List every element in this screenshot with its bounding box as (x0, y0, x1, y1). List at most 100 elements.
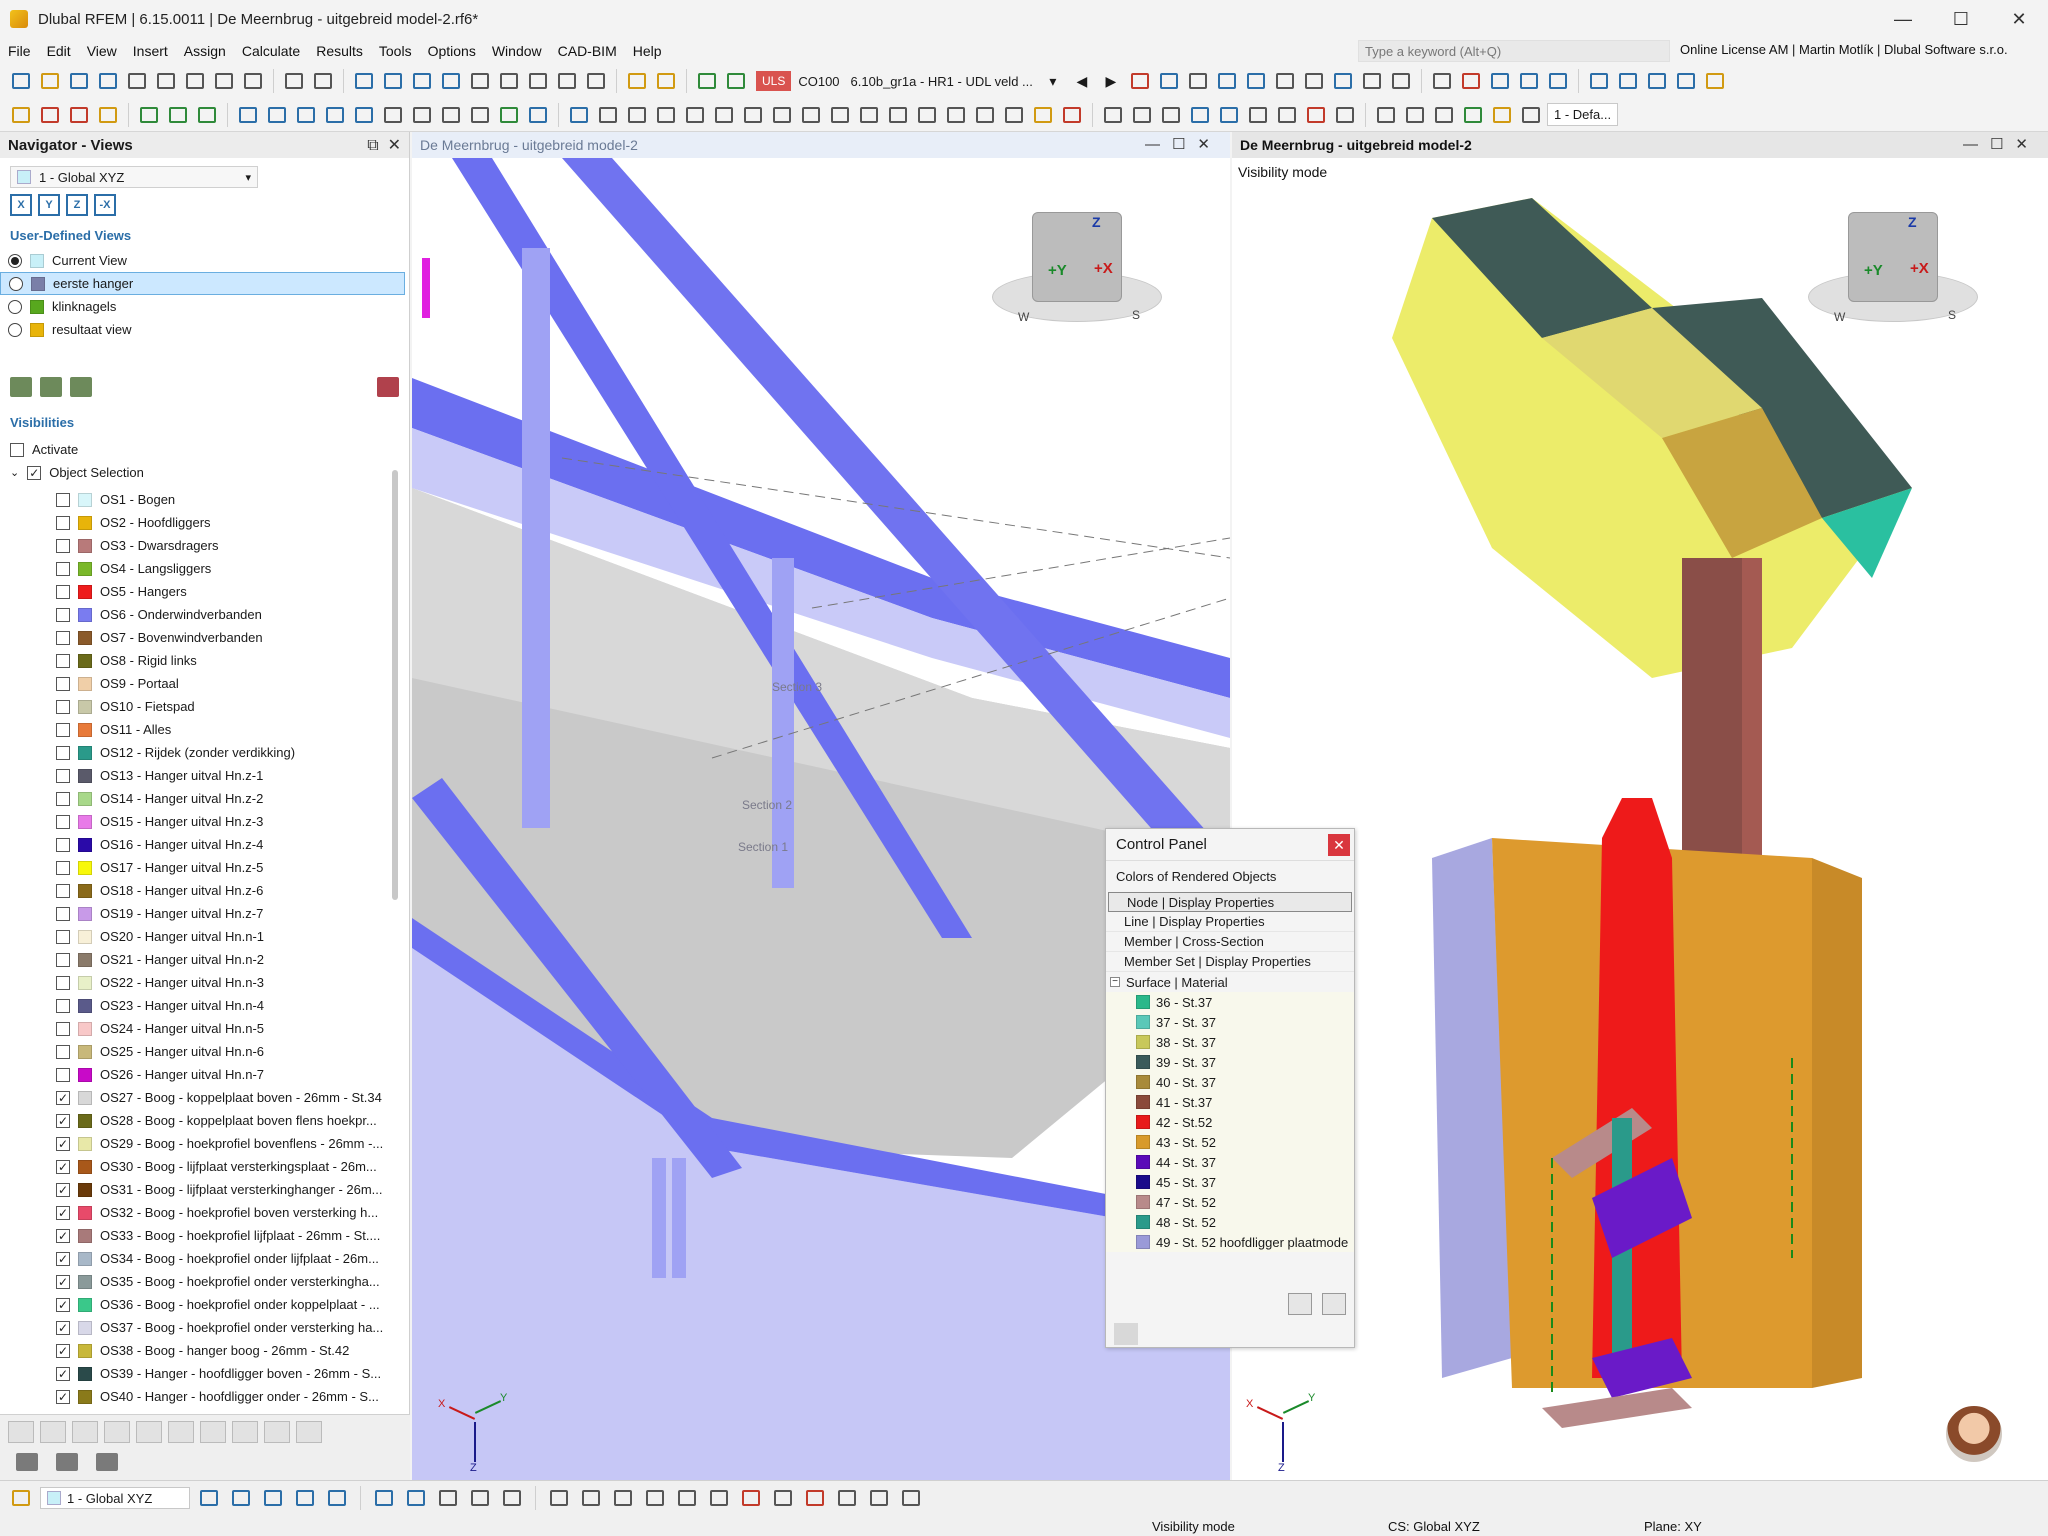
curve-icon[interactable] (711, 102, 737, 128)
cloud-icon[interactable] (66, 68, 92, 94)
object-set-row[interactable]: ✓ OS32 - Boog - hoekprofiel boven verster… (0, 1201, 396, 1224)
object-set-row[interactable]: ✓ OS36 - Boog - hoekprofiel onder koppelp… (0, 1293, 396, 1316)
object-set-row[interactable]: OS14 - Hanger uitval Hn.z-2 (0, 787, 396, 810)
view-settings-select[interactable]: 1 - Defa... (1547, 103, 1619, 126)
results-table-icon[interactable] (723, 68, 749, 94)
rotate-icon[interactable] (438, 102, 464, 128)
coordinate-icon[interactable] (435, 1485, 461, 1511)
download-icon[interactable] (95, 68, 121, 94)
load-icon[interactable] (496, 102, 522, 128)
object-set-checkbox[interactable]: ✓ (56, 1090, 70, 1105)
object-set-checkbox[interactable] (56, 584, 70, 599)
offset-icon[interactable] (834, 1485, 860, 1511)
delete-icon[interactable] (738, 1485, 764, 1511)
sketch-icon[interactable] (1100, 102, 1126, 128)
object-set-row[interactable]: OS1 - Bogen (0, 488, 396, 511)
collapse-icon[interactable]: ⌄ (10, 466, 19, 479)
layer-edit-icon[interactable] (1431, 102, 1457, 128)
material-row[interactable]: 42 - St.52 (1106, 1112, 1354, 1132)
close-window-button[interactable]: ✕ (1990, 0, 2048, 38)
trim-icon[interactable] (770, 1485, 796, 1511)
cube-view-icon[interactable] (1487, 68, 1513, 94)
data-tab-icon[interactable] (16, 1453, 38, 1471)
padlock-icon[interactable] (1518, 102, 1544, 128)
material-color-swatch[interactable] (1136, 1135, 1150, 1149)
dimension-icon[interactable] (1301, 68, 1327, 94)
view-front-icon[interactable] (196, 1485, 222, 1511)
join-icon[interactable] (972, 102, 998, 128)
object-set-checkbox[interactable] (56, 653, 70, 668)
document-icon[interactable] (554, 68, 580, 94)
object-set-row[interactable]: OS17 - Hanger uitval Hn.z-5 (0, 856, 396, 879)
object-set-checkbox[interactable] (56, 1021, 70, 1036)
keyword-search-input[interactable]: Type a keyword (Alt+Q) (1358, 40, 1670, 62)
menu-calculate[interactable]: Calculate (234, 43, 308, 59)
printout-icon[interactable] (240, 68, 266, 94)
cp-line-display[interactable]: Line | Display Properties (1106, 912, 1354, 932)
object-set-row[interactable]: ✓ OS37 - Boog - hoekprofiel onder verster… (0, 1316, 396, 1339)
material-row[interactable]: 48 - St. 52 (1106, 1212, 1354, 1232)
filter-icon[interactable] (1185, 68, 1211, 94)
user-view-klinknagels[interactable]: klinknagels (0, 295, 409, 318)
object-set-checkbox[interactable] (56, 1044, 70, 1059)
cp-surface-material[interactable]: − Surface | Material (1106, 972, 1354, 992)
view-radio[interactable] (8, 322, 22, 337)
material-color-swatch[interactable] (1136, 1195, 1150, 1209)
view-icon[interactable] (1214, 68, 1240, 94)
member-icon[interactable] (66, 102, 92, 128)
report-icon[interactable] (211, 68, 237, 94)
deformation-icon[interactable] (1127, 68, 1153, 94)
material-color-swatch[interactable] (1136, 1035, 1150, 1049)
pencil-icon[interactable] (1702, 68, 1728, 94)
arc-icon[interactable] (674, 1485, 700, 1511)
control-panel-header[interactable]: Control Panel (1106, 829, 1354, 861)
view-back-icon[interactable] (228, 1485, 254, 1511)
array-icon[interactable] (866, 1485, 892, 1511)
view-cube[interactable]: Z +Y +X W S (992, 192, 1162, 352)
viewport-right-controls[interactable]: —☐✕ (1963, 135, 2040, 153)
material-color-swatch[interactable] (1136, 1075, 1150, 1089)
marker-icon[interactable] (1059, 102, 1085, 128)
load-combination-id[interactable]: CO100 (794, 74, 843, 89)
object-set-checkbox[interactable]: ✓ (56, 1297, 70, 1312)
mesh-icon[interactable] (740, 102, 766, 128)
chevron-down-icon[interactable]: ▾ (1040, 68, 1066, 94)
object-snap-icon[interactable] (610, 1485, 636, 1511)
object-set-row[interactable]: OS2 - Hoofdliggers (0, 511, 396, 534)
material-row[interactable]: 40 - St. 37 (1106, 1072, 1354, 1092)
object-set-row[interactable]: OS9 - Portaal (0, 672, 396, 695)
extend-icon[interactable] (1001, 102, 1027, 128)
view-select[interactable]: 1 - Global XYZ ▾ (10, 166, 258, 188)
mirror-icon[interactable] (467, 102, 493, 128)
object-set-checkbox[interactable] (56, 745, 70, 760)
object-set-checkbox[interactable] (56, 837, 70, 852)
divide-icon[interactable] (943, 102, 969, 128)
box-view-icon[interactable] (1516, 68, 1542, 94)
object-set-row[interactable]: OS7 - Bovenwindverbanden (0, 626, 396, 649)
object-set-row[interactable]: ✓ OS35 - Boog - hoekprofiel onder verster… (0, 1270, 396, 1293)
open-folder-icon[interactable] (37, 68, 63, 94)
object-set-checkbox[interactable]: ✓ (56, 1389, 70, 1404)
snap-settings-icon[interactable] (8, 1485, 34, 1511)
object-set-checkbox[interactable] (56, 814, 70, 829)
activate-checkbox[interactable] (10, 442, 24, 457)
node-icon[interactable] (8, 102, 34, 128)
material-color-swatch[interactable] (1136, 1115, 1150, 1129)
table-grid-icon[interactable] (1129, 102, 1155, 128)
material-row[interactable]: 47 - St. 52 (1106, 1192, 1354, 1212)
object-set-row[interactable]: OS13 - Hanger uitval Hn.z-1 (0, 764, 396, 787)
axis-x-icon[interactable] (1586, 68, 1612, 94)
minimize-button[interactable]: — (1874, 0, 1932, 38)
object-set-checkbox[interactable]: ✓ (56, 1159, 70, 1174)
user-view-current[interactable]: Current View (0, 249, 409, 272)
stretch-icon[interactable] (914, 102, 940, 128)
object-set-row[interactable]: ✓ OS27 - Boog - koppelplaat boven - 26mm … (0, 1086, 396, 1109)
material-color-swatch[interactable] (1136, 1015, 1150, 1029)
navigator-window-controls[interactable]: ⧉ ✕ (367, 135, 401, 155)
view-zoom-icon[interactable] (324, 1485, 350, 1511)
object-set-row[interactable]: OS15 - Hanger uitval Hn.z-3 (0, 810, 396, 833)
ortho-toggle-icon[interactable] (546, 1485, 572, 1511)
object-set-row[interactable]: ✓ OS40 - Hanger - hoofdligger onder - 26m… (0, 1385, 396, 1408)
load-combination-select[interactable]: 6.10b_gr1a - HR1 - UDL veld ... (847, 74, 1037, 89)
results-icon[interactable] (694, 68, 720, 94)
